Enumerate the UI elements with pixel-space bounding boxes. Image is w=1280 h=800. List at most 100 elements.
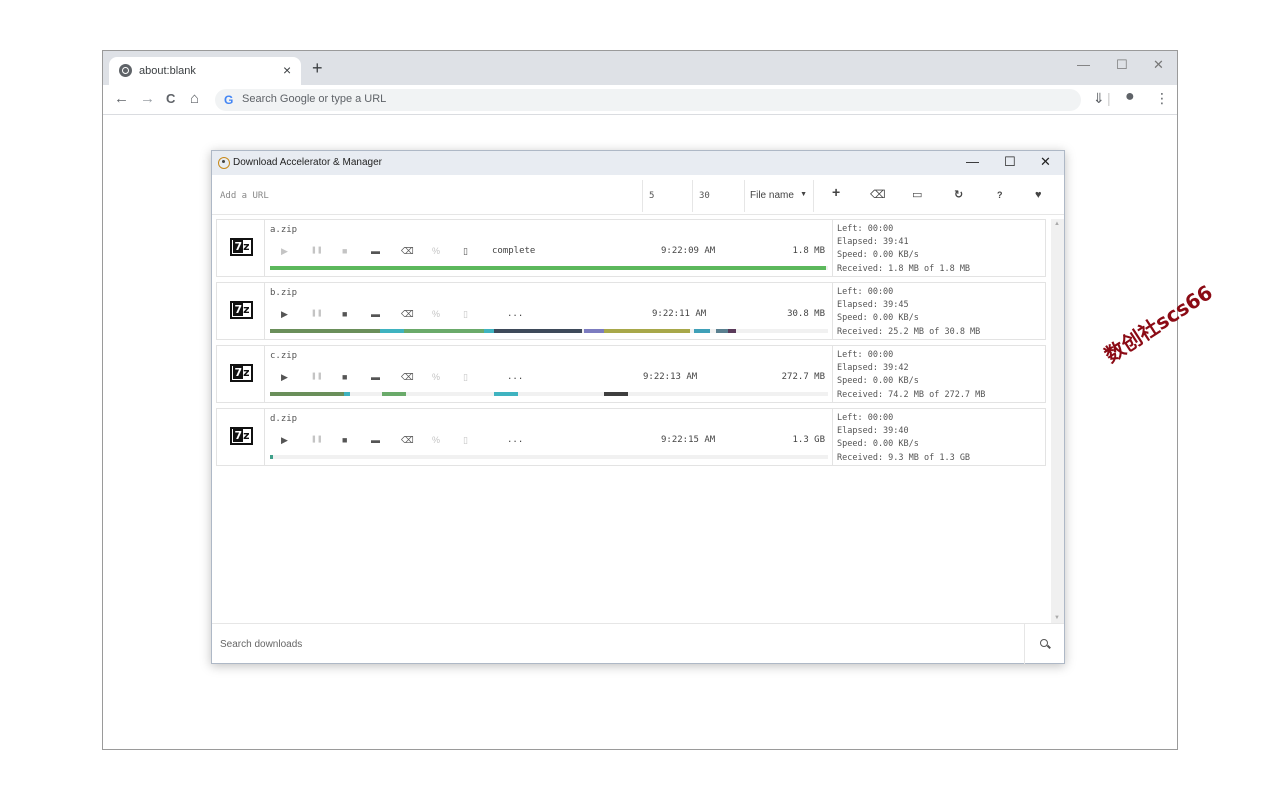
stat-left: Left: 00:00: [837, 287, 894, 297]
progress-segment: [604, 329, 690, 333]
trash-icon[interactable]: ▯: [463, 372, 468, 382]
progress-segment: [494, 329, 582, 333]
vertical-scrollbar[interactable]: ▲ ▼: [1051, 219, 1064, 623]
omnibox-placeholder: Search Google or type a URL: [242, 93, 387, 105]
new-tab-button[interactable]: +: [312, 59, 323, 77]
file-icon-cell: 7z: [217, 409, 265, 465]
tab-close-button[interactable]: ×: [283, 62, 291, 78]
add-url-input[interactable]: [216, 179, 640, 213]
refresh-icon[interactable]: ↻: [954, 189, 963, 201]
trash-icon[interactable]: ▯: [463, 309, 468, 319]
app-close-button[interactable]: ✕: [1040, 155, 1051, 169]
sort-select[interactable]: File name ▼: [744, 180, 814, 212]
trash-icon[interactable]: ▯: [463, 435, 468, 445]
progress-segment: [270, 455, 273, 459]
erase-icon[interactable]: ⌫: [401, 246, 414, 256]
file-icon-cell: 7z: [217, 346, 265, 402]
search-icon[interactable]: [1024, 624, 1064, 664]
progress-track: [270, 266, 828, 270]
pause-icon[interactable]: ❚❚: [311, 309, 323, 319]
download-time: 9:22:11 AM: [652, 309, 707, 319]
erase-icon[interactable]: ⌫: [401, 435, 414, 445]
help-icon[interactable]: ?: [997, 189, 1003, 201]
progress-segment: [404, 329, 484, 333]
file-name: a.zip: [270, 225, 298, 235]
toolbar-divider: |: [1107, 90, 1111, 106]
progress-segment: [270, 392, 344, 396]
globe-icon: [119, 64, 132, 77]
link-icon[interactable]: %: [432, 372, 440, 382]
download-row[interactable]: 7z d.zip ▶ ❚❚ ■ ▬ ⌫ % ▯ ... 9:22:15 AM 1…: [216, 408, 1046, 466]
play-icon[interactable]: ▶: [281, 372, 288, 382]
progress-segment: [380, 329, 404, 333]
folder-open-icon[interactable]: ▭: [912, 189, 922, 201]
window-close-button[interactable]: ✕: [1153, 57, 1164, 73]
progress-segment: [270, 266, 826, 270]
progress-segment: [494, 392, 518, 396]
erase-icon[interactable]: ⌫: [401, 309, 414, 319]
pause-icon[interactable]: ❚❚: [311, 435, 323, 445]
7z-archive-icon: 7z: [230, 427, 253, 445]
progress-track: [270, 392, 828, 396]
link-icon[interactable]: %: [432, 309, 440, 319]
download-time: 9:22:09 AM: [661, 246, 716, 256]
download-stats: Left: 00:00 Elapsed: 39:42 Speed: 0.00 K…: [832, 346, 1046, 402]
play-icon[interactable]: ▶: [281, 309, 288, 319]
download-status: ...: [507, 309, 524, 319]
progress-segment: [716, 329, 728, 333]
download-status: ...: [507, 435, 524, 445]
stop-icon[interactable]: ■: [342, 435, 347, 445]
folder-icon[interactable]: ▬: [371, 435, 380, 445]
threads-field[interactable]: 5: [642, 180, 690, 212]
home-button[interactable]: ⌂: [190, 91, 199, 107]
eraser-icon[interactable]: ⌫: [870, 189, 886, 201]
progress-segment: [382, 392, 406, 396]
browser-toolbar: ← → C ⌂ G Search Google or type a URL ⇓ …: [103, 85, 1177, 115]
window-minimize-button[interactable]: —: [1077, 57, 1090, 72]
add-icon[interactable]: +: [832, 185, 840, 199]
omnibox[interactable]: G Search Google or type a URL: [215, 89, 1081, 111]
folder-icon[interactable]: ▬: [371, 246, 380, 256]
trash-icon[interactable]: ▯: [463, 246, 468, 256]
download-row[interactable]: 7z c.zip ▶ ❚❚ ■ ▬ ⌫ % ▯ ... 9:22:13 AM 2…: [216, 345, 1046, 403]
play-icon[interactable]: ▶: [281, 246, 288, 256]
progress-segment: [344, 392, 350, 396]
stat-elapsed: Elapsed: 39:40: [837, 426, 909, 437]
menu-icon[interactable]: ⋮: [1155, 90, 1169, 107]
pause-icon[interactable]: ❚❚: [311, 246, 323, 256]
erase-icon[interactable]: ⌫: [401, 372, 414, 382]
link-icon[interactable]: %: [432, 435, 440, 445]
tab-strip: about:blank × + — ☐ ✕: [103, 51, 1177, 85]
timeout-field[interactable]: 30: [692, 180, 742, 212]
profile-icon[interactable]: ●: [1125, 88, 1135, 106]
download-row[interactable]: 7z a.zip ▶ ❚❚ ■ ▬ ⌫ % ▯ complete 9:22:09…: [216, 219, 1046, 277]
download-manager-window: Download Accelerator & Manager — ☐ ✕ 5 3…: [211, 150, 1065, 664]
reload-button[interactable]: C: [166, 91, 175, 107]
back-button[interactable]: ←: [114, 91, 129, 107]
download-icon[interactable]: ⇓: [1093, 90, 1105, 107]
window-maximize-button[interactable]: ☐: [1116, 57, 1128, 73]
scroll-up-icon[interactable]: ▲: [1054, 221, 1060, 227]
app-title: Download Accelerator & Manager: [233, 157, 382, 168]
download-row[interactable]: 7z b.zip ▶ ❚❚ ■ ▬ ⌫ % ▯ ... 9:22:11 AM 3…: [216, 282, 1046, 340]
stat-left: Left: 00:00: [837, 413, 894, 423]
heart-icon[interactable]: ♥: [1035, 189, 1042, 201]
search-downloads-input[interactable]: [220, 634, 1010, 654]
stop-icon[interactable]: ■: [342, 372, 347, 382]
stat-received: Received: 1.8 MB of 1.8 MB: [837, 263, 971, 274]
folder-icon[interactable]: ▬: [371, 372, 380, 382]
scroll-down-icon[interactable]: ▼: [1054, 615, 1060, 621]
tab-about-blank[interactable]: about:blank ×: [109, 57, 301, 85]
stop-icon[interactable]: ■: [342, 246, 347, 256]
app-maximize-button[interactable]: ☐: [1004, 155, 1016, 169]
tab-title: about:blank: [139, 65, 196, 77]
pause-icon[interactable]: ❚❚: [311, 372, 323, 382]
stat-elapsed: Elapsed: 39:42: [837, 363, 909, 374]
play-icon[interactable]: ▶: [281, 435, 288, 445]
folder-icon[interactable]: ▬: [371, 309, 380, 319]
forward-button[interactable]: →: [140, 91, 155, 107]
stop-icon[interactable]: ■: [342, 309, 347, 319]
progress-segment: [728, 329, 736, 333]
app-minimize-button[interactable]: —: [966, 155, 979, 169]
link-icon[interactable]: %: [432, 246, 440, 256]
